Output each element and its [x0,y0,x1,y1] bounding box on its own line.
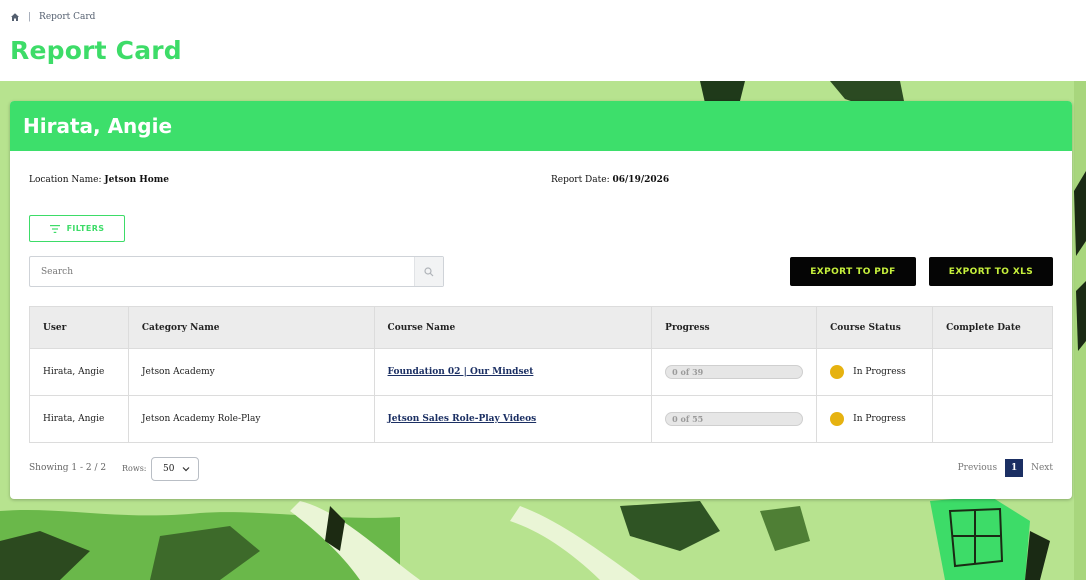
cell-user: Hirata, Angie [29,395,129,443]
cell-progress: 0 of 55 [651,395,818,443]
breadcrumb: | Report Card [10,12,95,22]
cell-complete-date [932,348,1053,396]
filter-icon [49,224,60,233]
cell-user: Hirata, Angie [29,348,129,396]
location-label: Location Name: [29,175,102,185]
status-dot [830,365,845,379]
status-indicator: In Progress [830,365,932,379]
top-bar: | Report Card Report Card [0,0,1086,81]
status-dot [830,412,845,426]
table-row: Hirata, Angie Jetson Academy Foundation … [29,348,1053,396]
table-row: Hirata, Angie Jetson Academy Role-Play J… [29,395,1053,443]
cell-category: Jetson Academy [127,348,375,396]
next-page-button[interactable]: Next [1031,463,1053,473]
filters-button[interactable]: FILTERS [29,215,125,242]
breadcrumb-separator: | [28,12,32,22]
cell-progress: 0 of 39 [651,348,818,396]
previous-page-button[interactable]: Previous [958,463,997,473]
report-card-panel: Hirata, Angie Location Name: Jetson Home… [10,101,1072,499]
chevron-down-icon [182,467,190,472]
cell-course: Jetson Sales Role-Play Videos [373,395,653,443]
table-header-row: User Category Name Course Name Progress … [29,306,1053,349]
header-category-name[interactable]: Category Name [127,306,375,349]
home-icon[interactable] [10,12,20,22]
progress-text: 0 of 39 [672,367,704,377]
location-value: Jetson Home [104,175,170,185]
location-info: Location Name: Jetson Home [29,175,169,185]
header-complete-date[interactable]: Complete Date [932,306,1053,349]
search-button[interactable] [414,257,443,286]
report-date-label: Report Date: [551,175,610,185]
search-input[interactable] [30,257,414,286]
cell-status: In Progress [816,348,934,396]
header-course-name[interactable]: Course Name [373,306,653,349]
export-xls-button[interactable]: EXPORT TO XLS [929,257,1053,286]
export-pdf-button[interactable]: EXPORT TO PDF [790,257,916,286]
search-box [29,256,444,287]
status-text: In Progress [853,414,906,424]
header-user[interactable]: User [29,306,129,349]
filters-label: FILTERS [66,224,105,233]
course-link[interactable]: Jetson Sales Role-Play Videos [388,414,537,424]
rows-per-page-select[interactable]: 50 [151,457,199,481]
cell-course: Foundation 02 | Our Mindset [373,348,653,396]
page-number-current[interactable]: 1 [1005,459,1024,477]
cell-status: In Progress [816,395,934,443]
progress-bar: 0 of 39 [665,365,804,379]
rows-value: 50 [163,464,175,474]
rows-label: Rows: [122,464,147,473]
student-name: Hirata, Angie [23,114,173,138]
page-title: Report Card [10,36,182,65]
card-header: Hirata, Angie [10,101,1072,151]
status-indicator: In Progress [830,412,932,426]
pagination: Previous 1 Next [958,459,1053,477]
cell-category: Jetson Academy Role-Play [127,395,375,443]
course-link[interactable]: Foundation 02 | Our Mindset [388,367,534,377]
breadcrumb-current: Report Card [39,12,96,22]
cell-complete-date [932,395,1053,443]
report-table: User Category Name Course Name Progress … [29,306,1053,443]
showing-count: Showing 1 - 2 / 2 [29,463,107,473]
progress-bar: 0 of 55 [665,412,804,426]
status-text: In Progress [853,367,906,377]
report-date-value: 06/19/2026 [612,175,670,185]
progress-text: 0 of 55 [672,414,704,424]
header-course-status[interactable]: Course Status [816,306,934,349]
report-date-info: Report Date: 06/19/2026 [551,175,669,185]
header-progress[interactable]: Progress [651,306,818,349]
search-icon [424,266,434,276]
